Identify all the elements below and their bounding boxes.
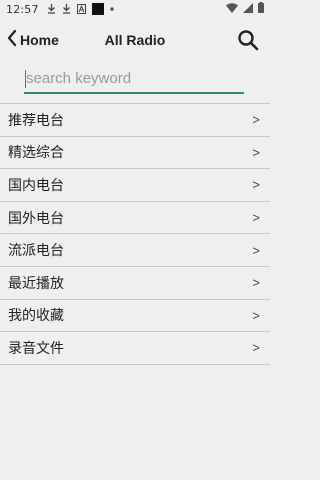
menu-item-recommended-stations[interactable]: 推荐电台 >	[0, 104, 270, 137]
menu-item-domestic-stations[interactable]: 国内电台 >	[0, 169, 270, 202]
text-caret	[25, 70, 26, 88]
chevron-right-icon: >	[252, 307, 260, 323]
status-bar: 12:57	[0, 0, 270, 18]
menu-item-label: 录音文件	[8, 340, 64, 357]
signal-icon	[243, 2, 253, 16]
chevron-right-icon: >	[252, 275, 260, 291]
menu-item-label: 流派电台	[8, 243, 64, 260]
menu-item-recently-played[interactable]: 最近播放 >	[0, 267, 270, 300]
menu-item-genre-stations[interactable]: 流派电台 >	[0, 234, 270, 267]
battery-icon	[258, 2, 264, 16]
search-icon	[236, 30, 260, 56]
black-square-icon	[91, 3, 104, 15]
chevron-right-icon: >	[252, 112, 260, 128]
menu-item-label: 最近播放	[8, 275, 64, 292]
chevron-left-icon	[6, 29, 18, 51]
toolbar: Home All Radio	[0, 22, 270, 58]
menu-item-featured[interactable]: 精选综合 >	[0, 137, 270, 170]
search-field	[24, 66, 244, 94]
search-input[interactable]	[24, 66, 244, 94]
chevron-right-icon: >	[252, 144, 260, 160]
dot-icon	[110, 7, 114, 11]
menu-item-foreign-stations[interactable]: 国外电台 >	[0, 202, 270, 235]
menu-item-label: 精选综合	[8, 145, 64, 162]
download-icon	[62, 4, 71, 14]
chevron-right-icon: >	[252, 210, 260, 226]
download-icon	[47, 4, 56, 14]
chevron-right-icon: >	[252, 177, 260, 193]
app-notification-icon	[76, 4, 86, 14]
status-time: 12:57	[6, 2, 39, 16]
wifi-icon	[226, 2, 238, 16]
menu-list: 推荐电台 > 精选综合 > 国内电台 > 国外电台 > 流派电台 > 最近播放 …	[0, 103, 270, 365]
menu-item-recordings[interactable]: 录音文件 >	[0, 332, 270, 365]
back-button[interactable]: Home	[6, 29, 59, 51]
menu-item-label: 推荐电台	[8, 112, 64, 129]
menu-item-favorites[interactable]: 我的收藏 >	[0, 300, 270, 333]
menu-item-label: 国内电台	[8, 177, 64, 194]
menu-item-label: 国外电台	[8, 210, 64, 227]
chevron-right-icon: >	[252, 340, 260, 356]
search-button[interactable]	[236, 28, 260, 52]
chevron-right-icon: >	[252, 242, 260, 258]
back-label: Home	[20, 32, 59, 48]
menu-item-label: 我的收藏	[8, 308, 64, 325]
